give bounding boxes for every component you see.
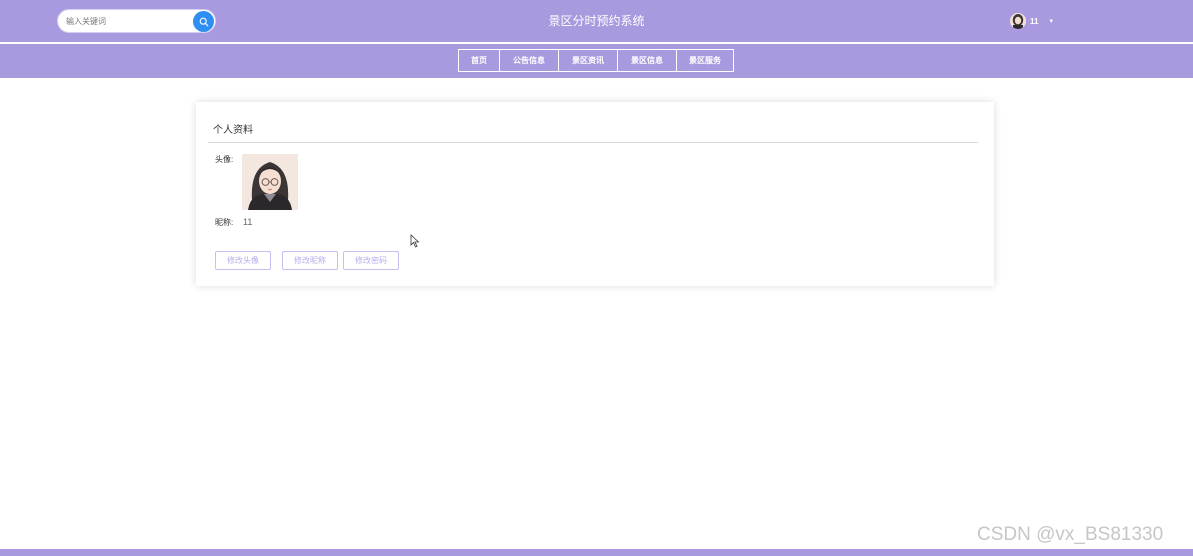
top-header: 景区分时预约系统 11 ▾ <box>0 0 1193 42</box>
main-nav: 首页 公告信息 景区资讯 景区信息 景区服务 <box>0 43 1193 78</box>
avatar-label: 头像: <box>215 155 234 164</box>
nickname-label: 昵称: <box>215 218 234 227</box>
watermark: CSDN @vx_BS81330 <box>977 524 1164 545</box>
nav-item-scenic-info[interactable]: 景区信息 <box>617 49 677 72</box>
user-avatar[interactable] <box>1010 13 1026 29</box>
user-name[interactable]: 11 <box>1030 17 1038 26</box>
nav-item-announcements[interactable]: 公告信息 <box>499 49 559 72</box>
divider <box>208 142 978 143</box>
nav-item-services[interactable]: 景区服务 <box>676 49 734 72</box>
change-password-button[interactable]: 修改密码 <box>343 251 399 270</box>
nav-item-home[interactable]: 首页 <box>458 49 500 72</box>
change-avatar-button[interactable]: 修改头像 <box>215 251 271 270</box>
profile-avatar[interactable] <box>242 154 298 210</box>
nav-items: 首页 公告信息 景区资讯 景区信息 景区服务 <box>458 49 734 72</box>
caret-down-icon[interactable]: ▾ <box>1049 17 1053 25</box>
user-menu[interactable]: 11 ▾ <box>1010 12 1053 30</box>
nickname-value: 11 <box>243 217 253 227</box>
nav-item-news[interactable]: 景区资讯 <box>558 49 618 72</box>
avatar-image <box>1010 13 1026 29</box>
footer-bar <box>0 549 1193 556</box>
mouse-cursor-icon <box>410 234 420 248</box>
avatar-image <box>242 154 298 210</box>
change-nickname-button[interactable]: 修改昵称 <box>282 251 338 270</box>
profile-card: 个人资料 头像: 昵称: 11 修改头像 修改昵称 修改密码 <box>196 102 994 286</box>
profile-title: 个人资料 <box>213 125 253 136</box>
